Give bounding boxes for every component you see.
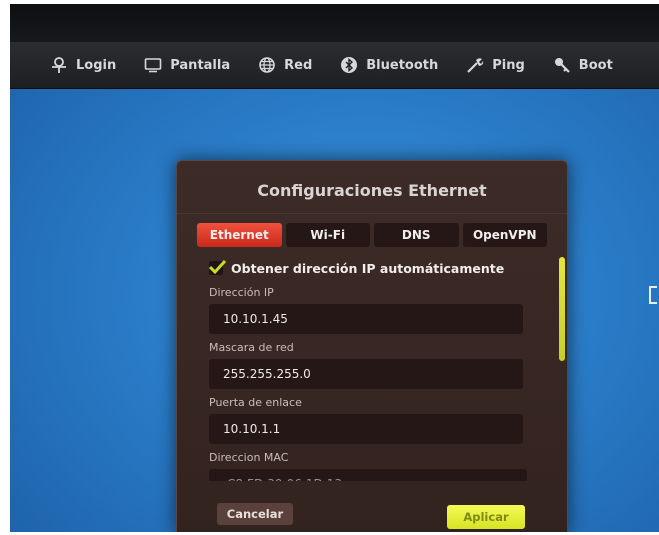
- mac-address-field: C8:FD:39:06:1D:13: [209, 469, 527, 481]
- dialog-title: Configuraciones Ethernet: [177, 169, 567, 214]
- menu-item-red[interactable]: Red: [244, 42, 326, 88]
- menu-item-pantalla[interactable]: Pantalla: [130, 42, 244, 88]
- screen: Login Pantalla Red Bluetooth Ping Boot C…: [10, 4, 659, 532]
- ethernet-settings-dialog: Configuraciones Ethernet Ethernet Wi-Fi …: [176, 160, 568, 532]
- menu-item-label: Ping: [492, 57, 525, 73]
- globe-icon: [258, 56, 276, 74]
- ip-address-field[interactable]: 10.10.1.45: [209, 304, 523, 334]
- menu-item-ping[interactable]: Ping: [452, 42, 539, 88]
- gateway-label: Puerta de enlace: [209, 396, 302, 409]
- apply-button[interactable]: Aplicar: [447, 505, 525, 529]
- settings-form: Obtener dirección IP automáticamente Dir…: [209, 257, 529, 481]
- netmask-field[interactable]: 255.255.255.0: [209, 359, 523, 389]
- display-icon: [144, 56, 162, 74]
- menu-item-bluetooth[interactable]: Bluetooth: [326, 42, 452, 88]
- user-icon: [50, 56, 68, 74]
- settings-tabs: Ethernet Wi-Fi DNS OpenVPN: [197, 223, 547, 247]
- menu-item-login[interactable]: Login: [10, 42, 130, 88]
- wrench-icon: [466, 56, 484, 74]
- tab-openvpn[interactable]: OpenVPN: [462, 223, 547, 247]
- menu-item-label: Boot: [578, 57, 613, 73]
- netmask-label: Mascara de red: [209, 341, 294, 354]
- auto-ip-checkbox[interactable]: [209, 259, 227, 275]
- form-scrollbar[interactable]: [559, 257, 565, 361]
- mac-address-label: Direccion MAC: [209, 451, 289, 464]
- auto-ip-label: Obtener dirección IP automáticamente: [231, 260, 505, 276]
- cancel-button[interactable]: Cancelar: [217, 503, 293, 525]
- bluetooth-icon: [340, 56, 358, 74]
- tab-ethernet[interactable]: Ethernet: [197, 223, 282, 247]
- menu-item-label: Login: [76, 57, 117, 73]
- menu-item-label: Bluetooth: [366, 57, 439, 73]
- offscreen-window-edge: [649, 286, 657, 304]
- top-bezel: [10, 4, 659, 42]
- checkmark-icon: [209, 259, 227, 275]
- ip-address-label: Dirección IP: [209, 286, 274, 299]
- menu-bar: Login Pantalla Red Bluetooth Ping Boot: [10, 42, 659, 89]
- menu-item-boot[interactable]: Boot: [539, 42, 627, 88]
- menu-item-label: Pantalla: [170, 57, 231, 73]
- menu-item-label: Red: [284, 57, 313, 73]
- auto-ip-option[interactable]: Obtener dirección IP automáticamente: [209, 257, 529, 279]
- tab-wifi[interactable]: Wi-Fi: [285, 223, 370, 247]
- gateway-field[interactable]: 10.10.1.1: [209, 414, 523, 444]
- tab-dns[interactable]: DNS: [374, 223, 459, 247]
- key-icon: [553, 56, 571, 74]
